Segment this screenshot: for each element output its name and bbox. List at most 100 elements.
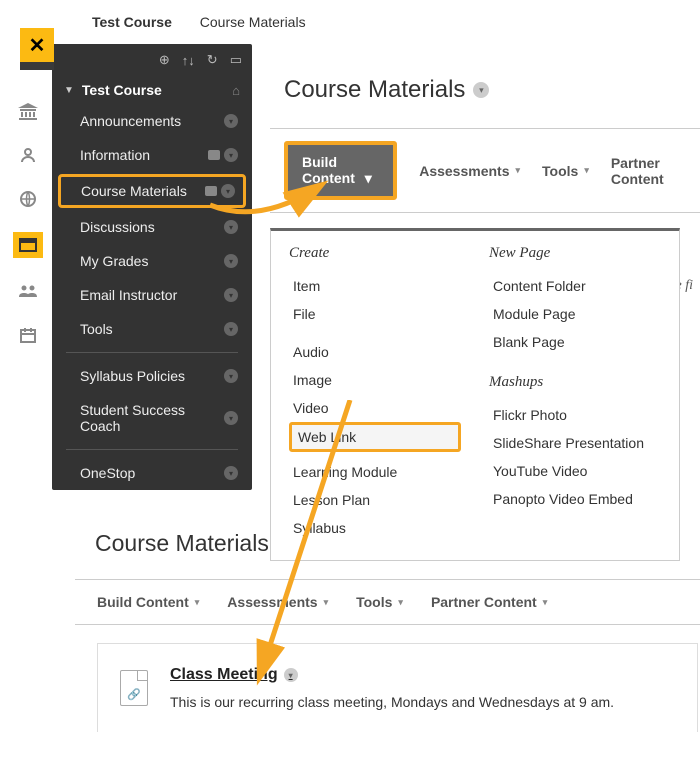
active-nav-icon[interactable]	[13, 232, 43, 258]
page-title: Course Materials ▾	[284, 76, 700, 104]
build-content-dropdown: Create Item File Audio Image Video Web L…	[270, 228, 680, 561]
chevron-down-icon: ▾	[224, 369, 238, 383]
close-button[interactable]: ✕	[20, 28, 54, 62]
dropdown-item-module-page[interactable]: Module Page	[489, 300, 661, 328]
add-icon[interactable]: ⊕	[159, 52, 170, 68]
chevron-down-icon: ▾	[224, 322, 238, 336]
dropdown-item-learning-module[interactable]: Learning Module	[289, 458, 461, 486]
globe-icon[interactable]	[17, 188, 39, 210]
build-content-button[interactable]: Build Content ▾	[284, 141, 397, 200]
close-icon: ✕	[29, 33, 46, 58]
build-content-button[interactable]: Build Content ▾	[97, 594, 199, 610]
groups-icon[interactable]	[17, 280, 39, 302]
divider	[66, 449, 238, 450]
assessments-button[interactable]: Assessments ▾	[227, 594, 328, 610]
sidebar-item-information[interactable]: Information ▾	[52, 138, 252, 172]
chevron-down-icon: ▾	[224, 411, 238, 425]
sidebar-item-email-instructor[interactable]: Email Instructor ▾	[52, 278, 252, 312]
breadcrumb-course[interactable]: Test Course	[92, 14, 172, 30]
sidebar-item-student-success[interactable]: Student Success Coach ▾	[52, 393, 252, 443]
sidebar-item-label: Email Instructor	[80, 287, 224, 303]
sidebar-item-label: Announcements	[80, 113, 224, 129]
assessments-button[interactable]: Assessments ▾	[419, 163, 520, 179]
sidebar-item-tools[interactable]: Tools ▾	[52, 312, 252, 346]
breadcrumb-page[interactable]: Course Materials	[200, 14, 306, 30]
chevron-down-icon: ▾	[221, 184, 235, 198]
button-label: Build Content	[302, 154, 355, 186]
dropdown-item-lesson-plan[interactable]: Lesson Plan	[289, 486, 461, 514]
left-rail	[10, 100, 46, 346]
sidebar-item-course-materials[interactable]: Course Materials ▾	[58, 174, 246, 208]
content-badge-icon	[205, 186, 217, 196]
page-title-text: Course Materials	[284, 76, 465, 104]
sidebar-item-label: Course Materials	[81, 183, 199, 199]
partner-content-button[interactable]: Partner Content	[611, 155, 686, 187]
sidebar-item-label: Tools	[80, 321, 224, 337]
chevron-down-icon: ▾	[365, 170, 372, 186]
button-label: Partner Content	[611, 155, 686, 187]
dropdown-item-file[interactable]: File	[289, 300, 461, 328]
home-icon[interactable]: ⌂	[232, 83, 240, 98]
link-icon: 🔗	[127, 688, 141, 701]
refresh-icon[interactable]: ↻	[207, 52, 218, 68]
chevron-down-icon: ▾	[224, 114, 238, 128]
content-badge-icon	[208, 150, 220, 160]
sidebar-item-label: Information	[80, 147, 202, 163]
sidebar-item-discussions[interactable]: Discussions ▾	[52, 210, 252, 244]
chevron-down-icon: ▾	[584, 165, 589, 176]
dropdown-item-blank-page[interactable]: Blank Page	[489, 328, 661, 356]
button-label: Partner Content	[431, 594, 537, 610]
dropdown-heading-newpage: New Page	[489, 245, 661, 262]
sidebar-item-onestop[interactable]: OneStop ▾	[52, 456, 252, 490]
chevron-down-icon: ▾	[224, 220, 238, 234]
sidebar-item-label: Syllabus Policies	[80, 368, 224, 384]
chevron-down-icon: ▾	[224, 148, 238, 162]
chevron-down-icon[interactable]: ▾	[284, 668, 298, 682]
dropdown-item-slideshare[interactable]: SlideShare Presentation	[489, 429, 661, 457]
dropdown-heading-create: Create	[289, 245, 461, 262]
button-label: Build Content	[97, 594, 189, 610]
dropdown-item-video[interactable]: Video	[289, 394, 461, 422]
button-label: Tools	[542, 163, 578, 179]
divider	[66, 352, 238, 353]
dropdown-item-audio[interactable]: Audio	[289, 338, 461, 366]
button-label: Assessments	[419, 163, 509, 179]
dropdown-item-image[interactable]: Image	[289, 366, 461, 394]
dropdown-item-content-folder[interactable]: Content Folder	[489, 272, 661, 300]
tools-button[interactable]: Tools ▾	[542, 163, 589, 179]
chevron-down-icon: ▾	[324, 597, 329, 608]
main-content: Course Materials ▾ Build Content ▾ Asses…	[270, 60, 700, 500]
institution-icon[interactable]	[17, 100, 39, 122]
chevron-down-icon: ▾	[224, 288, 238, 302]
sidebar-title[interactable]: ▼ Test Course ⌂	[52, 76, 252, 104]
action-bar: Build Content ▾ Assessments ▾ Tools ▾ Pa…	[75, 579, 700, 625]
dropdown-item-flickr[interactable]: Flickr Photo	[489, 401, 661, 429]
button-label: Assessments	[227, 594, 317, 610]
sidebar-item-announcements[interactable]: Announcements ▾	[52, 104, 252, 138]
calendar-icon[interactable]	[17, 324, 39, 346]
partner-content-button[interactable]: Partner Content ▾	[431, 594, 547, 610]
dropdown-item-item[interactable]: Item	[289, 272, 461, 300]
action-bar: Build Content ▾ Assessments ▾ Tools ▾ Pa…	[270, 128, 700, 213]
tools-button[interactable]: Tools ▾	[356, 594, 403, 610]
content-item-card: 🔗 Class Meeting ▾ This is our recurring …	[97, 643, 698, 732]
chevron-down-icon: ▾	[224, 254, 238, 268]
dropdown-item-panopto[interactable]: Panopto Video Embed	[489, 485, 661, 513]
dropdown-item-youtube[interactable]: YouTube Video	[489, 457, 661, 485]
chevron-down-icon[interactable]: ▾	[473, 82, 489, 98]
course-sidebar: ⊕ ↑↓ ↻ ▭ ▼ Test Course ⌂ Announcements ▾…	[52, 44, 252, 490]
sidebar-item-label: Student Success Coach	[80, 402, 224, 434]
chevron-down-icon: ▾	[543, 597, 548, 608]
dropdown-item-syllabus[interactable]: Syllabus	[289, 514, 461, 542]
folder-icon[interactable]: ▭	[230, 52, 242, 68]
content-item-title[interactable]: Class Meeting ▾	[170, 666, 298, 684]
profile-icon[interactable]	[17, 144, 39, 166]
breadcrumb: Test Course Course Materials	[0, 0, 700, 44]
sidebar-item-label: Discussions	[80, 219, 224, 235]
sidebar-item-syllabus-policies[interactable]: Syllabus Policies ▾	[52, 359, 252, 393]
dropdown-item-web-link[interactable]: Web Link	[289, 422, 461, 452]
reorder-icon[interactable]: ↑↓	[182, 53, 195, 68]
sidebar-item-label: OneStop	[80, 465, 224, 481]
sidebar-toolbar: ⊕ ↑↓ ↻ ▭	[52, 44, 252, 76]
sidebar-item-my-grades[interactable]: My Grades ▾	[52, 244, 252, 278]
